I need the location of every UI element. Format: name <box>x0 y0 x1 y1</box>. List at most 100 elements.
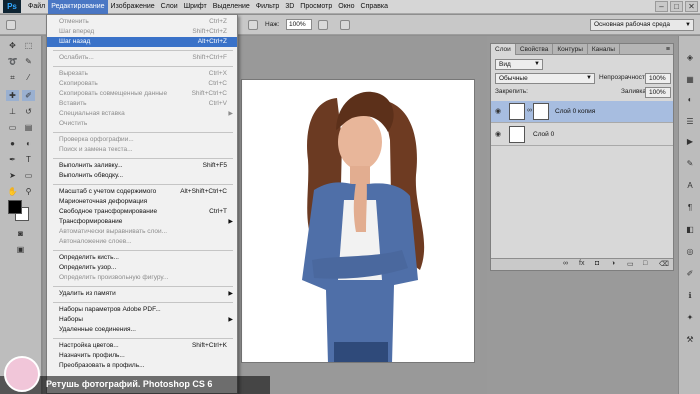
new-layer-icon[interactable]: □ <box>643 260 647 267</box>
swatches-panel-icon[interactable]: ▦ <box>684 74 696 85</box>
menu-view[interactable]: Просмотр <box>297 0 335 14</box>
link-icon[interactable]: ∞ <box>563 260 568 267</box>
blur-tool-icon[interactable]: ● <box>6 138 19 149</box>
pen-tool-icon[interactable]: ✒ <box>6 154 19 165</box>
menu-window[interactable]: Окно <box>335 0 357 14</box>
hand-tool-icon[interactable]: ✋ <box>6 186 19 197</box>
menu-item-cut[interactable]: Вырезать Ctrl+X <box>47 69 237 79</box>
tab-properties[interactable]: Свойства <box>516 44 554 55</box>
menu-item-find-replace[interactable]: Поиск и замена текста... <box>47 145 237 155</box>
menu-3d[interactable]: 3D <box>282 0 297 14</box>
channels-panel-icon[interactable]: ◎ <box>684 246 696 257</box>
adjustments-panel-icon[interactable]: ◐ <box>684 94 696 105</box>
folder-icon[interactable]: ▭ <box>627 260 634 268</box>
menu-item-auto-align[interactable]: Автоматически выравнивать слои... <box>47 227 237 237</box>
shape-tool-icon[interactable]: ▭ <box>22 170 35 181</box>
pressure-icon[interactable] <box>318 20 328 30</box>
blend-mode-select[interactable]: Обычные ▼ <box>495 73 595 84</box>
menu-item-copy-merged[interactable]: Скопировать совмещенные данные Shift+Ctrl… <box>47 89 237 99</box>
menu-help[interactable]: Справка <box>358 0 391 14</box>
airbrush-icon[interactable] <box>248 20 258 30</box>
panel-menu-icon[interactable]: ≡ <box>666 44 670 55</box>
layer-row[interactable]: ◉ Слой 0 <box>491 124 673 146</box>
tab-layers[interactable]: Слои <box>491 44 516 55</box>
color-panel-icon[interactable]: ◈ <box>684 52 696 63</box>
paths-panel-icon[interactable]: ✐ <box>684 268 696 279</box>
brush-tool-icon[interactable]: ✐ <box>22 90 35 101</box>
dodge-tool-icon[interactable]: ◐ <box>22 138 35 149</box>
menu-item-content-aware-scale[interactable]: Масштаб с учетом содержимого Alt+Shift+Ct… <box>47 187 237 197</box>
menu-item-presets[interactable]: Наборы ▶ <box>47 315 237 325</box>
workspace-select[interactable]: Основная рабочая среда ▼ <box>590 19 694 31</box>
menu-item-define-shape[interactable]: Определить произвольную фигуру... <box>47 273 237 283</box>
menu-item-remote-connections[interactable]: Удаленные соединения... <box>47 325 237 335</box>
menu-item-copy[interactable]: Скопировать Ctrl+C <box>47 79 237 89</box>
fx-icon[interactable]: fx <box>579 260 584 267</box>
menu-item-step-forward[interactable]: Шаг вперед Shift+Ctrl+Z <box>47 27 237 37</box>
actions-panel-icon[interactable]: ▶ <box>684 136 696 147</box>
mask-icon[interactable]: ◘ <box>595 260 599 267</box>
menu-item-undo[interactable]: Отменить Ctrl+Z <box>47 17 237 27</box>
eye-icon[interactable]: ◉ <box>495 130 504 139</box>
document-canvas[interactable] <box>241 79 475 363</box>
menu-item-purge[interactable]: Удалить из памяти ▶ <box>47 289 237 299</box>
menu-filter[interactable]: Фильтр <box>253 0 283 14</box>
menu-item-pdf-presets[interactable]: Наборы параметров Adobe PDF... <box>47 305 237 315</box>
layer-filter-select[interactable]: Вид ▼ <box>495 59 543 70</box>
eyedropper-tool-icon[interactable]: ⁄ <box>22 72 35 83</box>
menu-image[interactable]: Изображение <box>108 0 158 14</box>
history-panel-icon[interactable]: ☰ <box>684 116 696 127</box>
menu-item-step-backward[interactable]: Шаг назад Alt+Ctrl+Z <box>47 37 237 47</box>
screen-mode-icon[interactable]: ▣ <box>14 244 27 255</box>
menu-type[interactable]: Шрифт <box>181 0 210 14</box>
type-tool-icon[interactable]: T <box>22 154 35 165</box>
menu-item-assign-profile[interactable]: Назначить профиль... <box>47 351 237 361</box>
flow-input[interactable]: 100% <box>286 19 312 30</box>
menu-item-free-transform[interactable]: Свободное трансформирование Ctrl+T <box>47 207 237 217</box>
eraser-tool-icon[interactable]: ▭ <box>6 122 19 133</box>
clone-stamp-icon[interactable]: ⊥ <box>6 106 19 117</box>
maximize-button[interactable]: □ <box>670 1 683 12</box>
menu-item-auto-blend[interactable]: Автоналожение слоев... <box>47 237 237 247</box>
crop-tool-icon[interactable]: ⌗ <box>6 72 19 83</box>
layer-mask-thumbnail[interactable] <box>533 103 549 120</box>
foreground-color-swatch[interactable] <box>8 200 22 214</box>
menu-file[interactable]: Файл <box>25 0 48 14</box>
opacity-input[interactable]: 100% <box>645 73 671 84</box>
menu-edit[interactable]: Редактирование <box>48 0 108 14</box>
brush-preset-icon[interactable] <box>6 20 16 30</box>
fill-input[interactable]: 100% <box>645 87 671 98</box>
menu-item-stroke[interactable]: Выполнить обводку... <box>47 171 237 181</box>
styles-panel-icon[interactable]: ✦ <box>684 312 696 323</box>
trash-icon[interactable]: ⌫ <box>659 260 669 268</box>
lasso-tool-icon[interactable]: ➰ <box>6 56 19 67</box>
adjustment-icon[interactable]: ◑ <box>611 260 615 267</box>
close-button[interactable]: ✕ <box>685 1 698 12</box>
layer-row[interactable]: ◉ ∞ Слой 0 копия <box>491 101 673 123</box>
menu-item-convert-profile[interactable]: Преобразовать в профиль... <box>47 361 237 371</box>
zoom-tool-icon[interactable]: ⚲ <box>22 186 35 197</box>
move-tool-icon[interactable]: ✥ <box>6 40 19 51</box>
menu-item-paste-special[interactable]: Специальная вставка ▶ <box>47 109 237 119</box>
gradient-tool-icon[interactable]: ▤ <box>22 122 35 133</box>
marquee-tool-icon[interactable]: ⬚ <box>22 40 35 51</box>
character-panel-icon[interactable]: A <box>684 180 696 191</box>
quick-mask-icon[interactable]: ◙ <box>14 228 27 239</box>
healing-brush-icon[interactable]: ✚ <box>6 90 19 101</box>
menu-item-color-settings[interactable]: Настройка цветов... Shift+Ctrl+K <box>47 341 237 351</box>
eye-icon[interactable]: ◉ <box>495 107 504 116</box>
menu-item-puppet-warp[interactable]: Марионеточная деформация <box>47 197 237 207</box>
quick-select-icon[interactable]: ✎ <box>22 56 35 67</box>
info-panel-icon[interactable]: ℹ <box>684 290 696 301</box>
path-select-icon[interactable]: ➤ <box>6 170 19 181</box>
minimize-button[interactable]: – <box>655 1 668 12</box>
tool-presets-icon[interactable]: ⚒ <box>684 334 696 345</box>
history-brush-icon[interactable]: ↺ <box>22 106 35 117</box>
menu-item-paste[interactable]: Вставить Ctrl+V <box>47 99 237 109</box>
menu-item-fade[interactable]: Ослабить... Shift+Ctrl+F <box>47 53 237 63</box>
tab-paths[interactable]: Контуры <box>553 44 588 55</box>
menu-item-define-pattern[interactable]: Определить узор... <box>47 263 237 273</box>
layers-panel-icon[interactable]: ◧ <box>684 224 696 235</box>
brush-panel-icon[interactable]: ✎ <box>684 158 696 169</box>
menu-item-define-brush[interactable]: Определить кисть... <box>47 253 237 263</box>
